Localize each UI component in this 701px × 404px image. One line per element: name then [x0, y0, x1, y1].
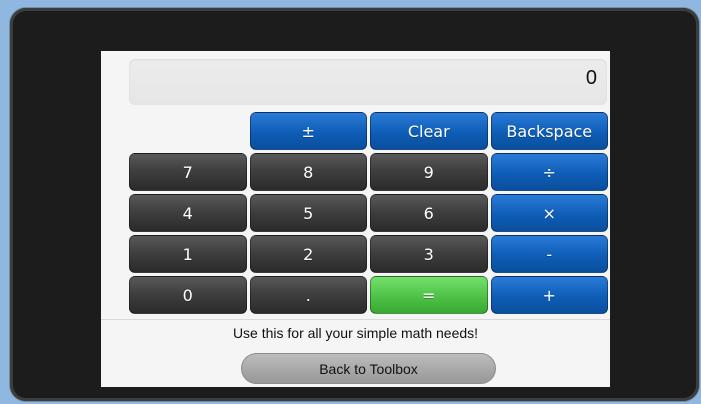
calculator-display: 0 — [129, 59, 607, 105]
digit-4-button[interactable]: 4 — [129, 194, 247, 232]
decimal-button[interactable]: . — [249, 276, 367, 314]
digit-6-button[interactable]: 6 — [370, 194, 488, 232]
digit-0-button[interactable]: 0 — [129, 276, 247, 314]
helper-message: Use this for all your simple math needs! — [232, 325, 479, 341]
calculator-screen: 0 ± Clear Backspace 7 8 9 ÷ 4 5 6 × 1 2 … — [101, 51, 610, 387]
display-value: 0 — [585, 67, 597, 89]
plus-minus-button[interactable]: ± — [249, 112, 367, 150]
equals-button[interactable]: = — [370, 276, 488, 314]
minus-button[interactable]: - — [490, 235, 608, 273]
digit-7-button[interactable]: 7 — [129, 153, 247, 191]
multiply-button[interactable]: × — [490, 194, 608, 232]
device-bezel: 0 ± Clear Backspace 7 8 9 ÷ 4 5 6 × 1 2 … — [10, 8, 699, 401]
digit-5-button[interactable]: 5 — [249, 194, 367, 232]
footer-divider — [101, 319, 610, 320]
back-to-toolbox-button[interactable]: Back to Toolbox — [241, 353, 496, 384]
digit-1-button[interactable]: 1 — [129, 235, 247, 273]
plus-button[interactable]: + — [490, 276, 608, 314]
digit-3-button[interactable]: 3 — [370, 235, 488, 273]
digit-9-button[interactable]: 9 — [370, 153, 488, 191]
calculator-keypad: ± Clear Backspace 7 8 9 ÷ 4 5 6 × 1 2 3 … — [129, 112, 608, 314]
digit-8-button[interactable]: 8 — [249, 153, 367, 191]
digit-2-button[interactable]: 2 — [249, 235, 367, 273]
divide-button[interactable]: ÷ — [490, 153, 608, 191]
clear-button[interactable]: Clear — [370, 112, 488, 150]
backspace-button[interactable]: Backspace — [490, 112, 608, 150]
